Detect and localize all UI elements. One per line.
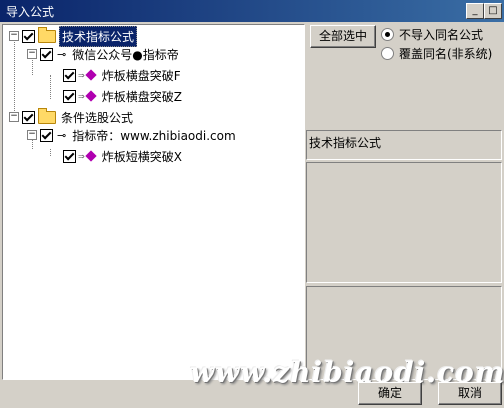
tree-label[interactable]: 条件选股公式 (59, 108, 135, 127)
tree-node-item[interactable]: ⇒ 炸板短横突破X (51, 147, 184, 165)
minimize-button[interactable]: _ (466, 3, 484, 19)
formula-icon (85, 150, 97, 162)
radio-label: 不导入同名公式 (399, 28, 484, 42)
formula-type-panel: 技术指标公式 (306, 130, 502, 160)
checkbox-source-1[interactable] (40, 128, 53, 142)
checkbox-source-0[interactable] (40, 47, 53, 61)
tree-label[interactable]: 炸板横盘突破F (100, 66, 183, 85)
checkbox-item[interactable] (63, 89, 76, 103)
window-title: 导入公式 (6, 5, 55, 19)
tree-node-source-1[interactable]: − ⊸ 指标帝：www.zhibiaodi.com (27, 126, 238, 144)
checkbox-group-1[interactable] (22, 110, 35, 124)
checkbox-item[interactable] (63, 68, 76, 82)
formula-icon (85, 69, 97, 81)
arrow-icon: ⇒ (78, 151, 85, 161)
radio-label: 覆盖同名(非系统) (399, 47, 493, 61)
radio-indicator[interactable] (381, 47, 394, 60)
tree-label[interactable]: 炸板横盘突破Z (100, 87, 184, 106)
formula-icon (85, 90, 97, 102)
folder-icon (38, 107, 56, 124)
tree-label[interactable]: 炸板短横突破X (100, 147, 184, 166)
tree-label[interactable]: 指标帝：www.zhibiaodi.com (70, 126, 237, 145)
tree-node-item[interactable]: ⇒ 炸板横盘突破Z (51, 87, 184, 105)
key-icon: ⊸ (57, 47, 67, 61)
radio-overwrite[interactable]: 覆盖同名(非系统) (381, 45, 492, 62)
tree-label[interactable]: 技术指标公式 (59, 25, 138, 47)
title-bar: 导入公式 _ □ (0, 0, 504, 22)
collapse-icon[interactable]: − (27, 130, 37, 140)
arrow-icon: ⇒ (78, 70, 85, 80)
tree-node-item[interactable]: ⇒ 炸板横盘突破F (51, 66, 183, 84)
tree-node-group-0[interactable]: − 技术指标公式 (9, 25, 138, 47)
checkbox-group-0[interactable] (22, 29, 35, 43)
collapse-icon[interactable]: − (9, 31, 19, 41)
description-panel (306, 162, 502, 283)
ok-button[interactable]: 确定 (358, 382, 422, 405)
tree-line (14, 39, 15, 119)
radio-indicator[interactable] (381, 28, 394, 41)
cancel-button[interactable]: 取消 (438, 382, 502, 405)
collapse-icon[interactable]: − (27, 49, 37, 59)
select-all-button[interactable]: 全部选中 (310, 25, 376, 48)
maximize-button[interactable]: □ (484, 3, 502, 19)
tree-label[interactable]: 微信公众号●指标帝 (70, 45, 180, 64)
formula-type-label: 技术指标公式 (309, 136, 382, 150)
radio-no-import[interactable]: 不导入同名公式 (381, 26, 483, 43)
arrow-icon: ⇒ (78, 91, 85, 101)
collapse-icon[interactable]: − (9, 112, 19, 122)
folder-icon (38, 26, 56, 43)
tree-node-source-0[interactable]: − ⊸ 微信公众号●指标帝 (27, 45, 181, 63)
formula-tree[interactable]: − 技术指标公式 − ⊸ 微信公众号●指标帝 ⇒ 炸板横盘突破F ⇒ 炸板横盘突… (2, 24, 305, 380)
tree-node-group-1[interactable]: − 条件选股公式 (9, 107, 135, 127)
key-icon: ⊸ (57, 128, 67, 142)
checkbox-item[interactable] (63, 149, 76, 163)
